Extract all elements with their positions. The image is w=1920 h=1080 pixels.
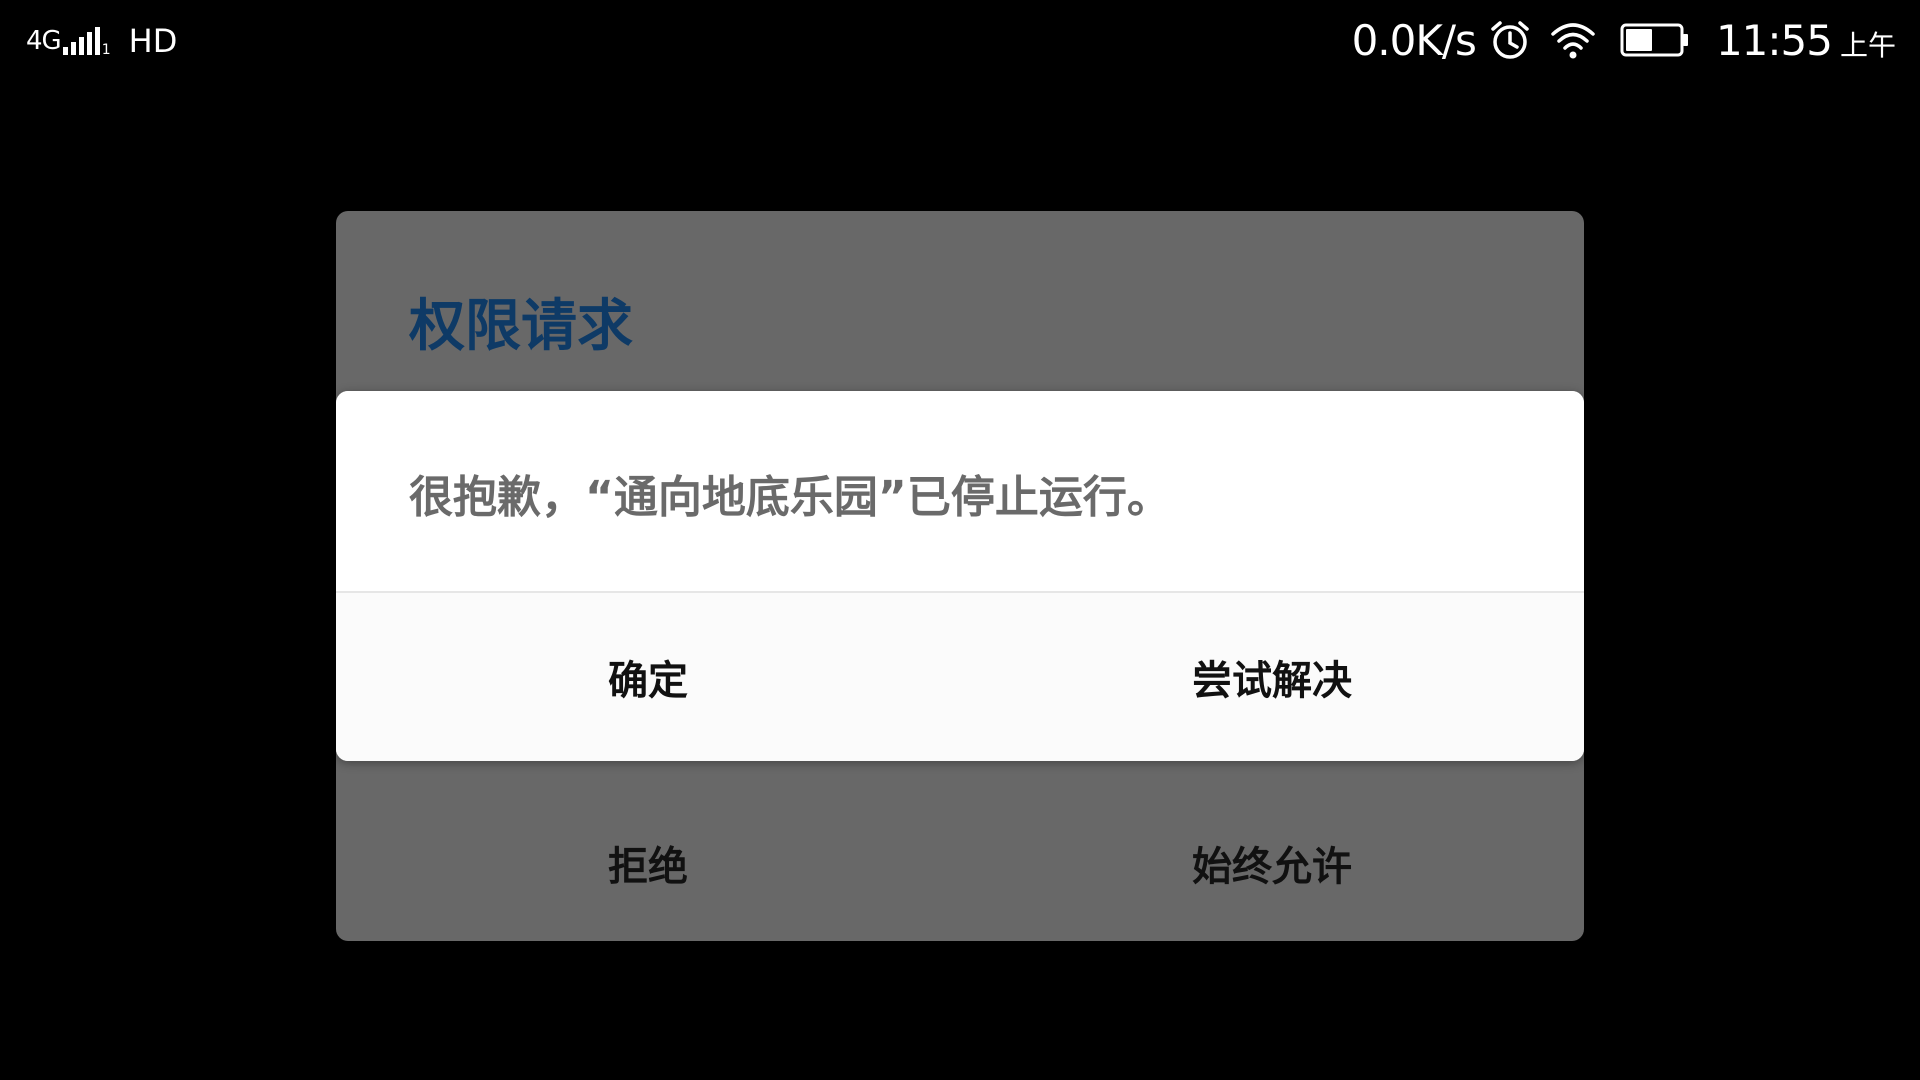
screen: 4G 1 HD 0.0K/s 11:55 上午 权限请求 拒绝 始终允许 很抱歉…: [0, 0, 1920, 1080]
status-bar-right: 0.0K/s 11:55 上午: [1352, 10, 1896, 70]
deny-button[interactable]: 拒绝: [336, 823, 960, 903]
network-type-label: 4G: [26, 26, 62, 56]
signal-sub-label: 1: [101, 42, 111, 58]
signal-icon: [62, 27, 103, 55]
try-fix-button[interactable]: 尝试解决: [960, 593, 1584, 761]
battery-icon: [1620, 23, 1690, 57]
crash-message: 很抱歉，“通向地底乐园”已停止运行。: [409, 472, 1171, 523]
hd-label: HD: [128, 22, 178, 60]
alarm-icon: [1488, 18, 1532, 62]
crash-message-area: 很抱歉，“通向地底乐园”已停止运行。: [336, 391, 1584, 591]
status-bar-left: 4G 1 HD: [26, 16, 177, 66]
ok-button[interactable]: 确定: [336, 593, 960, 761]
clock-ampm: 上午: [1839, 29, 1896, 62]
crash-dialog: 很抱歉，“通向地底乐园”已停止运行。 确定 尝试解决: [336, 391, 1584, 761]
permission-dialog-title: 权限请求: [409, 294, 633, 359]
wifi-icon: [1550, 20, 1596, 60]
clock-time: 11:55: [1715, 15, 1833, 65]
network-speed: 0.0K/s: [1351, 15, 1477, 65]
always-allow-button[interactable]: 始终允许: [960, 823, 1584, 903]
